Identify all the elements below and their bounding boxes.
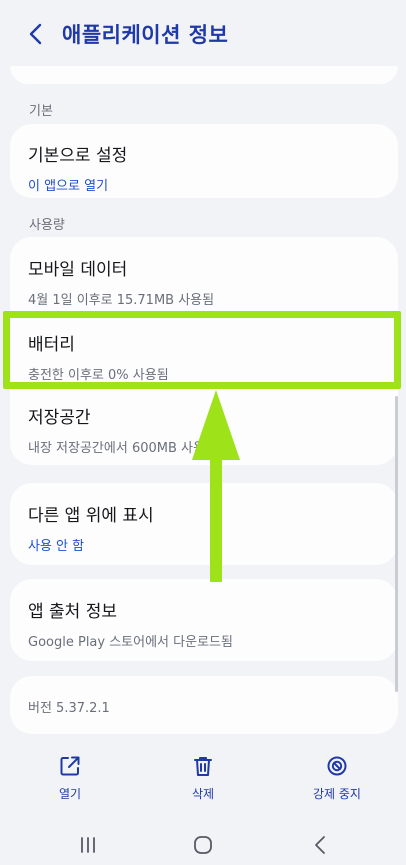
back-button[interactable] bbox=[22, 20, 50, 48]
page-title: 애플리케이션 정보 bbox=[62, 23, 229, 47]
force-stop-label: 강제 중지 bbox=[313, 787, 361, 801]
system-nav-bar bbox=[0, 825, 406, 865]
app-source-title: 앱 출처 정보 bbox=[28, 602, 118, 622]
force-stop-button[interactable]: 강제 중지 bbox=[282, 755, 392, 802]
scrollbar[interactable] bbox=[395, 396, 398, 692]
chevron-left-icon bbox=[29, 23, 42, 45]
open-button[interactable]: 열기 bbox=[15, 755, 125, 802]
bottom-action-bar: 열기 삭제 강제 중지 bbox=[0, 755, 406, 815]
highlight-box bbox=[3, 311, 401, 389]
default-setting-title: 기본으로 설정 bbox=[28, 146, 128, 166]
delete-label: 삭제 bbox=[191, 787, 215, 801]
mobile-data-subtitle: 4월 1일 이후로 15.71MB 사용됨 bbox=[28, 293, 215, 308]
clipped-card bbox=[10, 66, 398, 84]
block-icon bbox=[327, 756, 347, 776]
home-icon bbox=[194, 836, 212, 854]
section-label-usage: 사용량 bbox=[29, 218, 65, 233]
open-label: 열기 bbox=[58, 787, 82, 801]
default-setting-card[interactable]: 기본으로 설정 이 앱으로 열기 bbox=[10, 124, 398, 198]
recents-button[interactable] bbox=[63, 825, 113, 865]
app-source-subtitle: Google Play 스토어에서 다운로드됨 bbox=[28, 635, 233, 650]
open-external-icon bbox=[60, 756, 80, 776]
app-bar: 애플리케이션 정보 bbox=[0, 0, 406, 66]
mobile-data-title: 모바일 데이터 bbox=[28, 260, 128, 280]
section-label-basic: 기본 bbox=[29, 104, 53, 119]
app-source-card[interactable]: 앱 출처 정보 Google Play 스토어에서 다운로드됨 bbox=[10, 579, 398, 661]
back-icon bbox=[315, 836, 325, 854]
version-card: 버전 5.37.2.1 bbox=[10, 676, 398, 734]
list-item-mobile-data[interactable]: 모바일 데이터 4월 1일 이후로 15.71MB 사용됨 bbox=[28, 255, 388, 308]
default-setting-subtitle: 이 앱으로 열기 bbox=[28, 179, 109, 194]
delete-button[interactable]: 삭제 bbox=[148, 755, 258, 802]
trash-icon bbox=[194, 757, 212, 776]
version-text: 버전 5.37.2.1 bbox=[28, 701, 110, 716]
home-button[interactable] bbox=[178, 825, 228, 865]
recents-icon bbox=[81, 837, 95, 853]
up-arrow-annotation bbox=[192, 390, 240, 582]
back-nav-button[interactable] bbox=[295, 825, 345, 865]
